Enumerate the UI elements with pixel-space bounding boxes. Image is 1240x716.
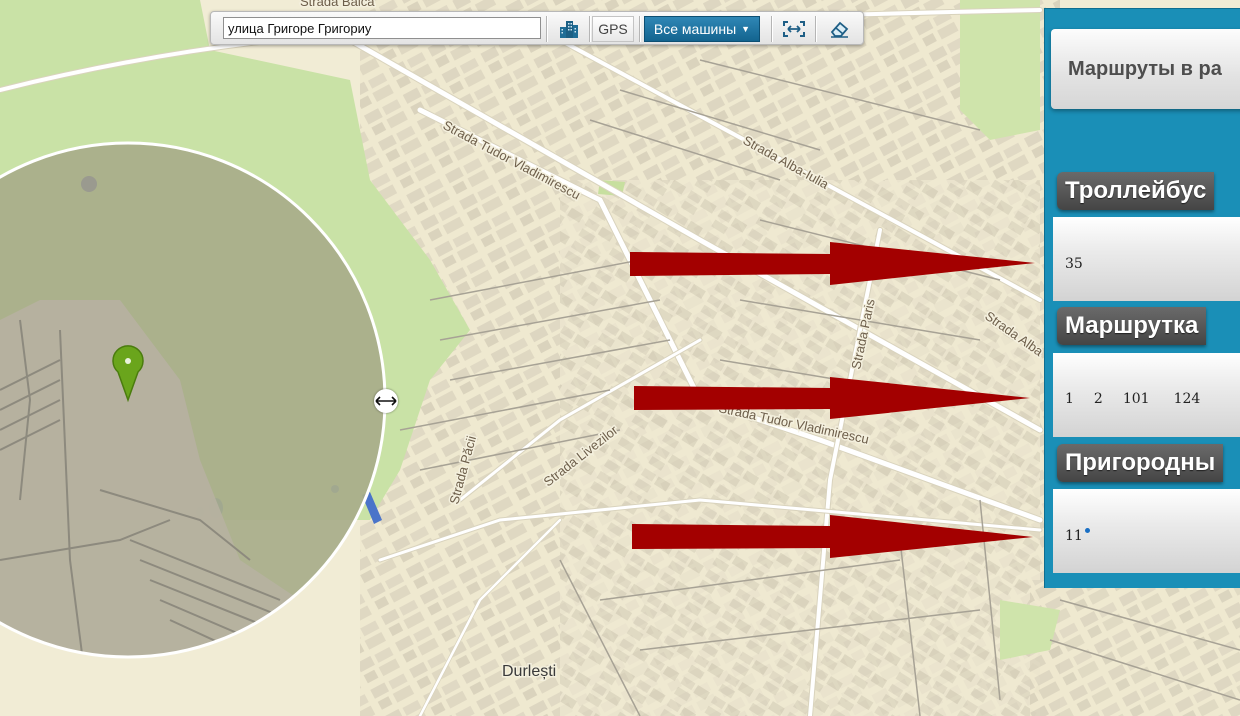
gps-button-label: GPS xyxy=(598,21,628,37)
trolleybus-route-list: 35 xyxy=(1065,256,1103,272)
map-toolbar: GPS Все машины ▼ xyxy=(210,11,864,45)
toolbar-separator xyxy=(771,16,772,42)
eraser-icon[interactable] xyxy=(821,16,857,42)
route-number[interactable]: 11 xyxy=(1065,528,1090,544)
route-number[interactable]: 124 xyxy=(1174,391,1201,407)
toolbar-separator xyxy=(589,16,590,42)
route-number[interactable]: 1 xyxy=(1065,391,1074,407)
minibus-route-list: 1 2 101 124 xyxy=(1065,391,1220,407)
gps-button[interactable]: GPS xyxy=(592,16,634,42)
address-search-input[interactable] xyxy=(223,17,541,39)
map-view[interactable]: Strada Balca Strada Tudor Vladimirescu S… xyxy=(0,0,1240,716)
minibus-section-title: Маршрутка xyxy=(1057,307,1207,345)
place-label: Durlești xyxy=(502,663,556,680)
route-number[interactable]: 2 xyxy=(1094,391,1103,407)
active-dot-icon xyxy=(1084,528,1090,533)
routes-panel-title: Маршруты в ра xyxy=(1068,57,1222,80)
routes-panel-header: Маршруты в ра xyxy=(1051,29,1240,109)
toolbar-separator xyxy=(639,16,640,42)
trolleybus-section-title: Троллейбус xyxy=(1057,172,1215,210)
buildings-icon[interactable] xyxy=(554,16,584,42)
horizontal-resize-icon[interactable] xyxy=(374,389,398,413)
caret-down-icon: ▼ xyxy=(741,24,751,34)
vehicle-filter-label: Все машины xyxy=(653,21,737,37)
routes-panel: Маршруты в ра Троллейбус 35 Маршрутка 1 … xyxy=(1044,8,1240,588)
fit-bounds-icon[interactable] xyxy=(777,16,811,42)
route-number[interactable]: 35 xyxy=(1065,256,1083,272)
route-number[interactable]: 101 xyxy=(1123,391,1150,407)
toolbar-separator xyxy=(815,16,816,42)
suburban-route-list: 11 xyxy=(1065,528,1103,544)
suburban-section-title: Пригородны xyxy=(1057,444,1224,482)
street-label: Strada Balca xyxy=(300,0,375,9)
toolbar-separator xyxy=(546,16,547,42)
route-number-label: 11 xyxy=(1065,528,1083,544)
vehicle-filter-select[interactable]: Все машины ▼ xyxy=(644,16,760,42)
park-area xyxy=(960,0,1040,140)
